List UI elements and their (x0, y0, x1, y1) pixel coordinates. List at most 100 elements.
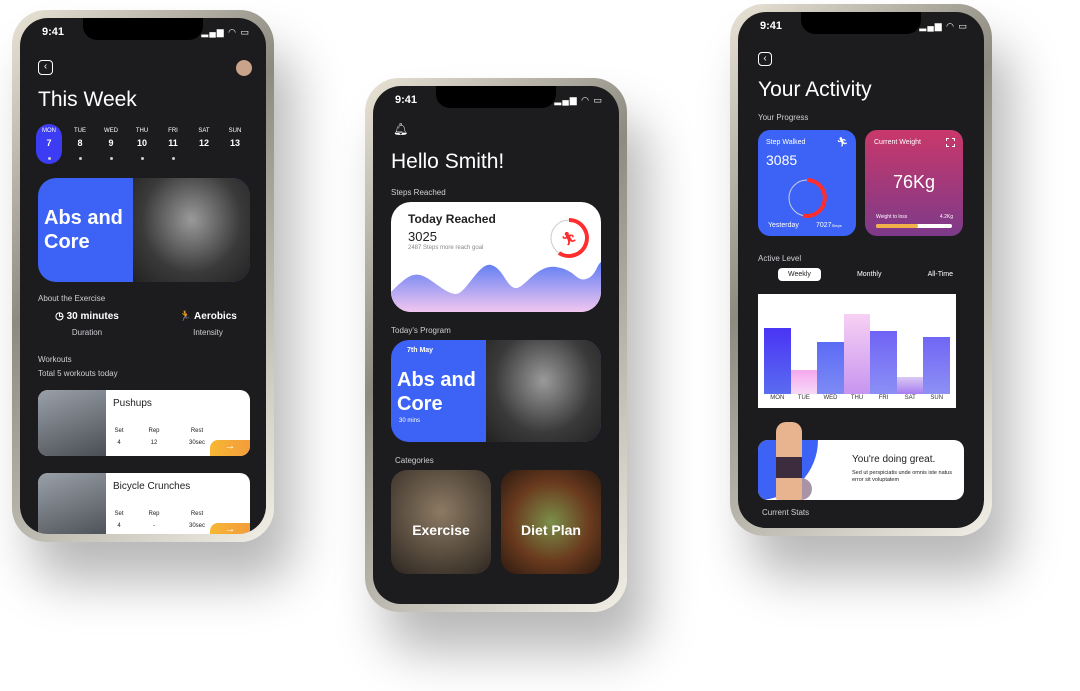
bar-sun (923, 336, 951, 394)
arrow-right-icon[interactable]: → (210, 440, 250, 456)
weight-value: 76Kg (892, 172, 936, 192)
col-label: Set (114, 511, 124, 517)
steps-card[interactable]: Step Walked 🏃︎ 3085 Yesterday 7027Steps (758, 130, 856, 236)
workout-image (38, 473, 106, 534)
duration-value: 30 minutes (66, 311, 119, 322)
workout-image (38, 390, 106, 456)
intensity-value: Aerobics (194, 311, 237, 322)
program-card[interactable]: 7th May Abs and Core 30 mins (391, 340, 601, 442)
day-sun[interactable]: SUN 13 (222, 124, 248, 164)
day-name: THU (135, 128, 149, 134)
tab-monthly[interactable]: Monthly (847, 268, 892, 281)
day-name: WED (104, 128, 118, 134)
running-icon: 🏃︎ (561, 231, 578, 246)
col-value: 30sec (188, 440, 205, 446)
program-label: Today's Program (391, 326, 451, 335)
tab-all-time[interactable]: All-Time (918, 268, 963, 281)
duration-stat: ◷ 30 minutes Duration (52, 311, 122, 337)
day-wed[interactable]: WED 9 (98, 124, 124, 164)
status-time: 9:41 (395, 94, 418, 106)
col-label: Rest (190, 511, 204, 517)
category-diet-plan[interactable]: Diet Plan (501, 470, 601, 574)
day-fri[interactable]: FRI 11 (160, 124, 186, 164)
steps-title: Step Walked (766, 139, 806, 146)
day-name: MON (42, 128, 56, 134)
bar-thu (843, 314, 871, 394)
reached-title: Today Reached (408, 212, 496, 226)
day-mon[interactable]: MON 7 (36, 124, 62, 164)
bar-label: SUN (930, 395, 944, 401)
reached-value: 3025 (408, 229, 437, 244)
tab-weekly[interactable]: Weekly (778, 268, 821, 281)
workout-name: Bicycle Crunches (113, 481, 191, 492)
hero-card[interactable]: Abs and Core (38, 178, 250, 282)
back-button[interactable]: ‹ (758, 52, 772, 66)
loss-value: 4.2Kg (939, 214, 953, 220)
notch (801, 12, 921, 34)
status-icons: ▂▄▆ ◠ ▭ (554, 95, 603, 105)
loss-progress-bar (876, 224, 952, 228)
weight-title: Current Weight (874, 139, 921, 146)
page-title: Your Activity (758, 78, 872, 101)
phone-this-week: 9:41 ▂▄▆ ◠ ▭ ‹ This Week MON 7 TUE 8 WED 9 THU… (12, 10, 274, 542)
intensity-label: Intensity (193, 328, 223, 337)
today-reached-card[interactable]: Today Reached 3025 2487 Steps more reach… (391, 202, 601, 312)
category-label: Exercise (412, 522, 470, 538)
day-thu[interactable]: THU 10 (129, 124, 155, 164)
running-icon: 🏃︎ (836, 137, 848, 147)
hero-image (133, 178, 250, 282)
steps-area-chart (391, 262, 601, 312)
day-number: 13 (229, 138, 240, 148)
day-number: 10 (136, 138, 147, 148)
bar-tue (790, 369, 818, 394)
activity-bar-chart: MON TUE WED THU FRI SAT SUN (758, 294, 956, 408)
weight-card[interactable]: Current Weight 76Kg Weight to loss 4.2Kg (865, 130, 963, 236)
active-level-label: Active Level (758, 254, 802, 263)
day-name: TUE (74, 128, 86, 134)
great-subtitle: Sed ut perspiciatis unde omnis iste natu… (852, 470, 952, 483)
hero-title: Abs and Core (44, 207, 123, 253)
bar-label: TUE (797, 395, 810, 401)
bar-label: FRI (878, 395, 889, 401)
workout-card[interactable]: Bicycle Crunches Set 4 Rep - Rest 30sec → (38, 473, 250, 534)
col-label: Set (114, 428, 124, 434)
yesterday-label: Yesterday (768, 222, 799, 229)
day-name: SUN (228, 128, 242, 134)
workout-card[interactable]: Pushups Set 4 Rep 12 Rest 30sec → (38, 390, 250, 456)
status-icons: ▂▄▆ ◠ ▭ (919, 21, 968, 31)
notch (436, 86, 556, 108)
day-number: 8 (77, 138, 83, 148)
col-value: 4 (117, 440, 121, 446)
day-number: 9 (108, 138, 114, 148)
category-exercise[interactable]: Exercise (391, 470, 491, 574)
bar-mon (764, 328, 791, 394)
day-number: 12 (198, 138, 209, 148)
day-tue[interactable]: TUE 8 (67, 124, 93, 164)
avatar[interactable] (236, 60, 252, 76)
bell-icon[interactable]: 🔔︎ (393, 122, 408, 136)
clock-icon: ◷ (55, 311, 64, 322)
progress-label: Your Progress (758, 113, 809, 122)
steps-label: Steps Reached (391, 188, 446, 197)
category-label: Diet Plan (521, 522, 581, 538)
day-name: FRI (168, 128, 178, 134)
categories-label: Categories (395, 456, 434, 465)
col-label: Rest (190, 428, 204, 434)
about-label: About the Exercise (38, 294, 106, 303)
back-button[interactable]: ‹ (38, 60, 53, 75)
program-image (485, 340, 601, 442)
col-value: - (153, 523, 155, 529)
greeting-title: Hello Smith! (391, 150, 505, 173)
workouts-label: Workouts (38, 355, 72, 364)
intensity-stat: 🏃 Aerobics Intensity (178, 311, 238, 337)
bar-label: SAT (904, 395, 916, 401)
page-title: This Week (38, 88, 137, 111)
yesterday-value: 7027 (816, 222, 832, 229)
day-sat[interactable]: SAT 12 (191, 124, 217, 164)
day-number: 11 (168, 138, 178, 148)
col-value: 4 (117, 523, 121, 529)
col-label: Rep (148, 428, 160, 434)
phone-activity: 9:41 ▂▄▆ ◠ ▭ ‹ Your Activity Your Progre… (730, 4, 992, 536)
arrow-right-icon[interactable]: → (210, 523, 250, 534)
col-value: 12 (150, 440, 158, 446)
